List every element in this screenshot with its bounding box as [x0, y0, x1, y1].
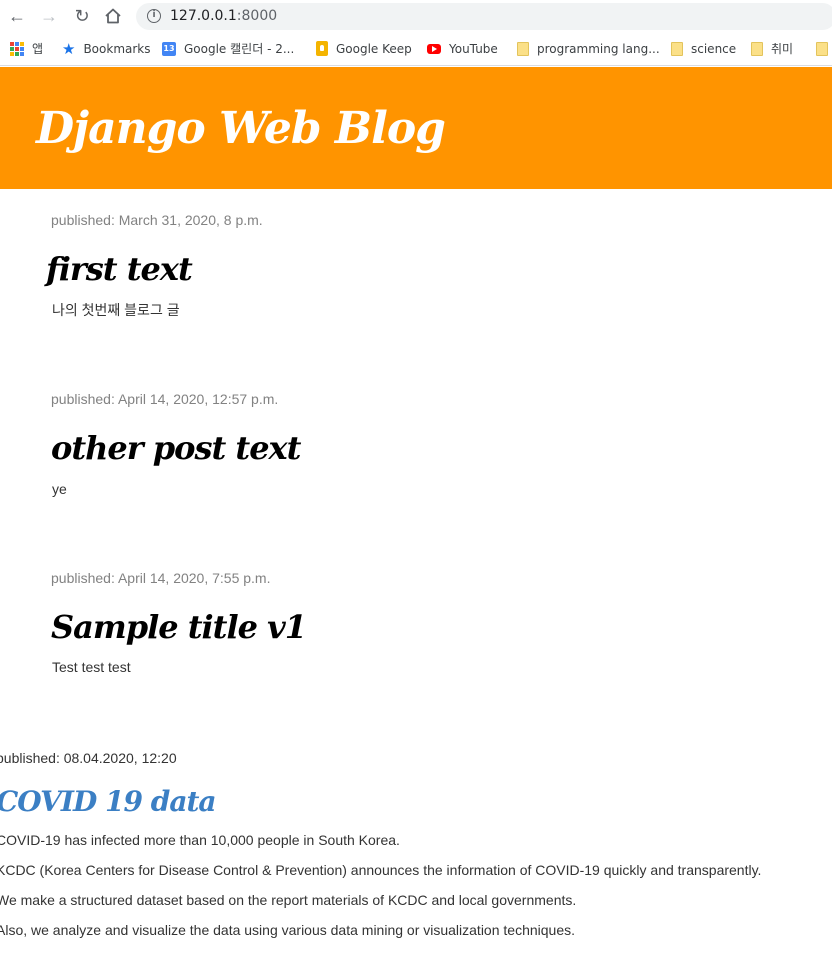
bookmark-folder-programming[interactable]: programming lang...: [517, 40, 660, 58]
post-paragraph: We make a structured dataset based on th…: [0, 892, 577, 908]
bookmark-label: Google Keep: [336, 42, 412, 56]
site-info-icon[interactable]: i: [147, 9, 161, 23]
bookmark-google-keep[interactable]: Google Keep: [316, 40, 412, 58]
browser-toolbar: ← → ↻ i 127.0.0.1:8000: [0, 0, 832, 33]
post-text: ye: [52, 481, 67, 497]
post-title[interactable]: COVID 19 data: [0, 785, 217, 818]
back-arrow-icon[interactable]: ←: [5, 4, 29, 28]
bookmark-apps[interactable]: 앱: [10, 40, 43, 58]
youtube-icon: [427, 43, 441, 54]
bookmark-bookmarks[interactable]: ★ Bookmarks: [62, 40, 151, 58]
forward-arrow-icon[interactable]: →: [37, 4, 61, 28]
post-date: published: 08.04.2020, 12:20: [0, 750, 177, 766]
page-header: Django Web Blog: [0, 67, 832, 189]
address-bar[interactable]: i 127.0.0.1:8000: [136, 3, 832, 30]
bookmark-label: Bookmarks: [83, 42, 151, 56]
folder-icon: [751, 41, 763, 56]
calendar-icon: 13: [162, 41, 176, 56]
post-date: published: April 14, 2020, 12:57 p.m.: [51, 391, 279, 407]
post-text: Test test test: [52, 659, 131, 675]
post-date: published: April 14, 2020, 7:55 p.m.: [51, 570, 271, 586]
folder-icon: [517, 41, 529, 56]
star-icon: ★: [62, 39, 76, 58]
apps-grid-icon: [10, 41, 24, 56]
post-paragraph: COVID-19 has infected more than 10,000 p…: [0, 832, 400, 848]
bookmark-label: Google 캘린더 - 2...: [184, 42, 295, 56]
post-item: published: April 14, 2020, 12:57 p.m. ot…: [51, 391, 301, 497]
bookmark-folder-science[interactable]: science: [671, 40, 736, 58]
folder-icon: [816, 41, 828, 56]
bookmark-label: 앱: [32, 42, 44, 56]
post-paragraph: Also, we analyze and visualize the data …: [0, 922, 576, 938]
home-icon[interactable]: [101, 4, 125, 28]
post-item: published: March 31, 2020, 8 p.m. first …: [46, 212, 263, 318]
site-title[interactable]: Django Web Blog: [36, 103, 446, 154]
bookmark-google-calendar[interactable]: 13 Google 캘린더 - 2...: [162, 40, 294, 58]
folder-icon: [671, 41, 683, 56]
bookmarks-bar: 앱 ★ Bookmarks 13 Google 캘린더 - 2... Google …: [0, 33, 832, 66]
post-title[interactable]: first text: [46, 250, 193, 288]
post-paragraph: KCDC (Korea Centers for Disease Control …: [0, 862, 762, 878]
post-date: published: March 31, 2020, 8 p.m.: [51, 212, 263, 228]
post-title[interactable]: Sample title v1: [51, 608, 307, 646]
bookmark-folder-overflow[interactable]: [816, 40, 832, 58]
reload-icon[interactable]: ↻: [70, 4, 94, 28]
bookmark-label: programming lang...: [537, 42, 660, 56]
bookmark-label: YouTube: [449, 42, 498, 56]
bookmark-folder-hobby[interactable]: 취미: [751, 40, 793, 58]
url-text[interactable]: 127.0.0.1:8000: [170, 8, 277, 24]
bookmark-youtube[interactable]: YouTube: [427, 40, 498, 58]
bookmark-label: science: [691, 42, 737, 56]
bookmark-label: 취미: [771, 42, 794, 56]
post-item: published: April 14, 2020, 7:55 p.m. Sam…: [51, 570, 307, 675]
keep-icon: [316, 41, 328, 56]
post-text: 나의 첫번째 블로그 글: [52, 302, 180, 318]
post-title[interactable]: other post text: [51, 429, 301, 467]
